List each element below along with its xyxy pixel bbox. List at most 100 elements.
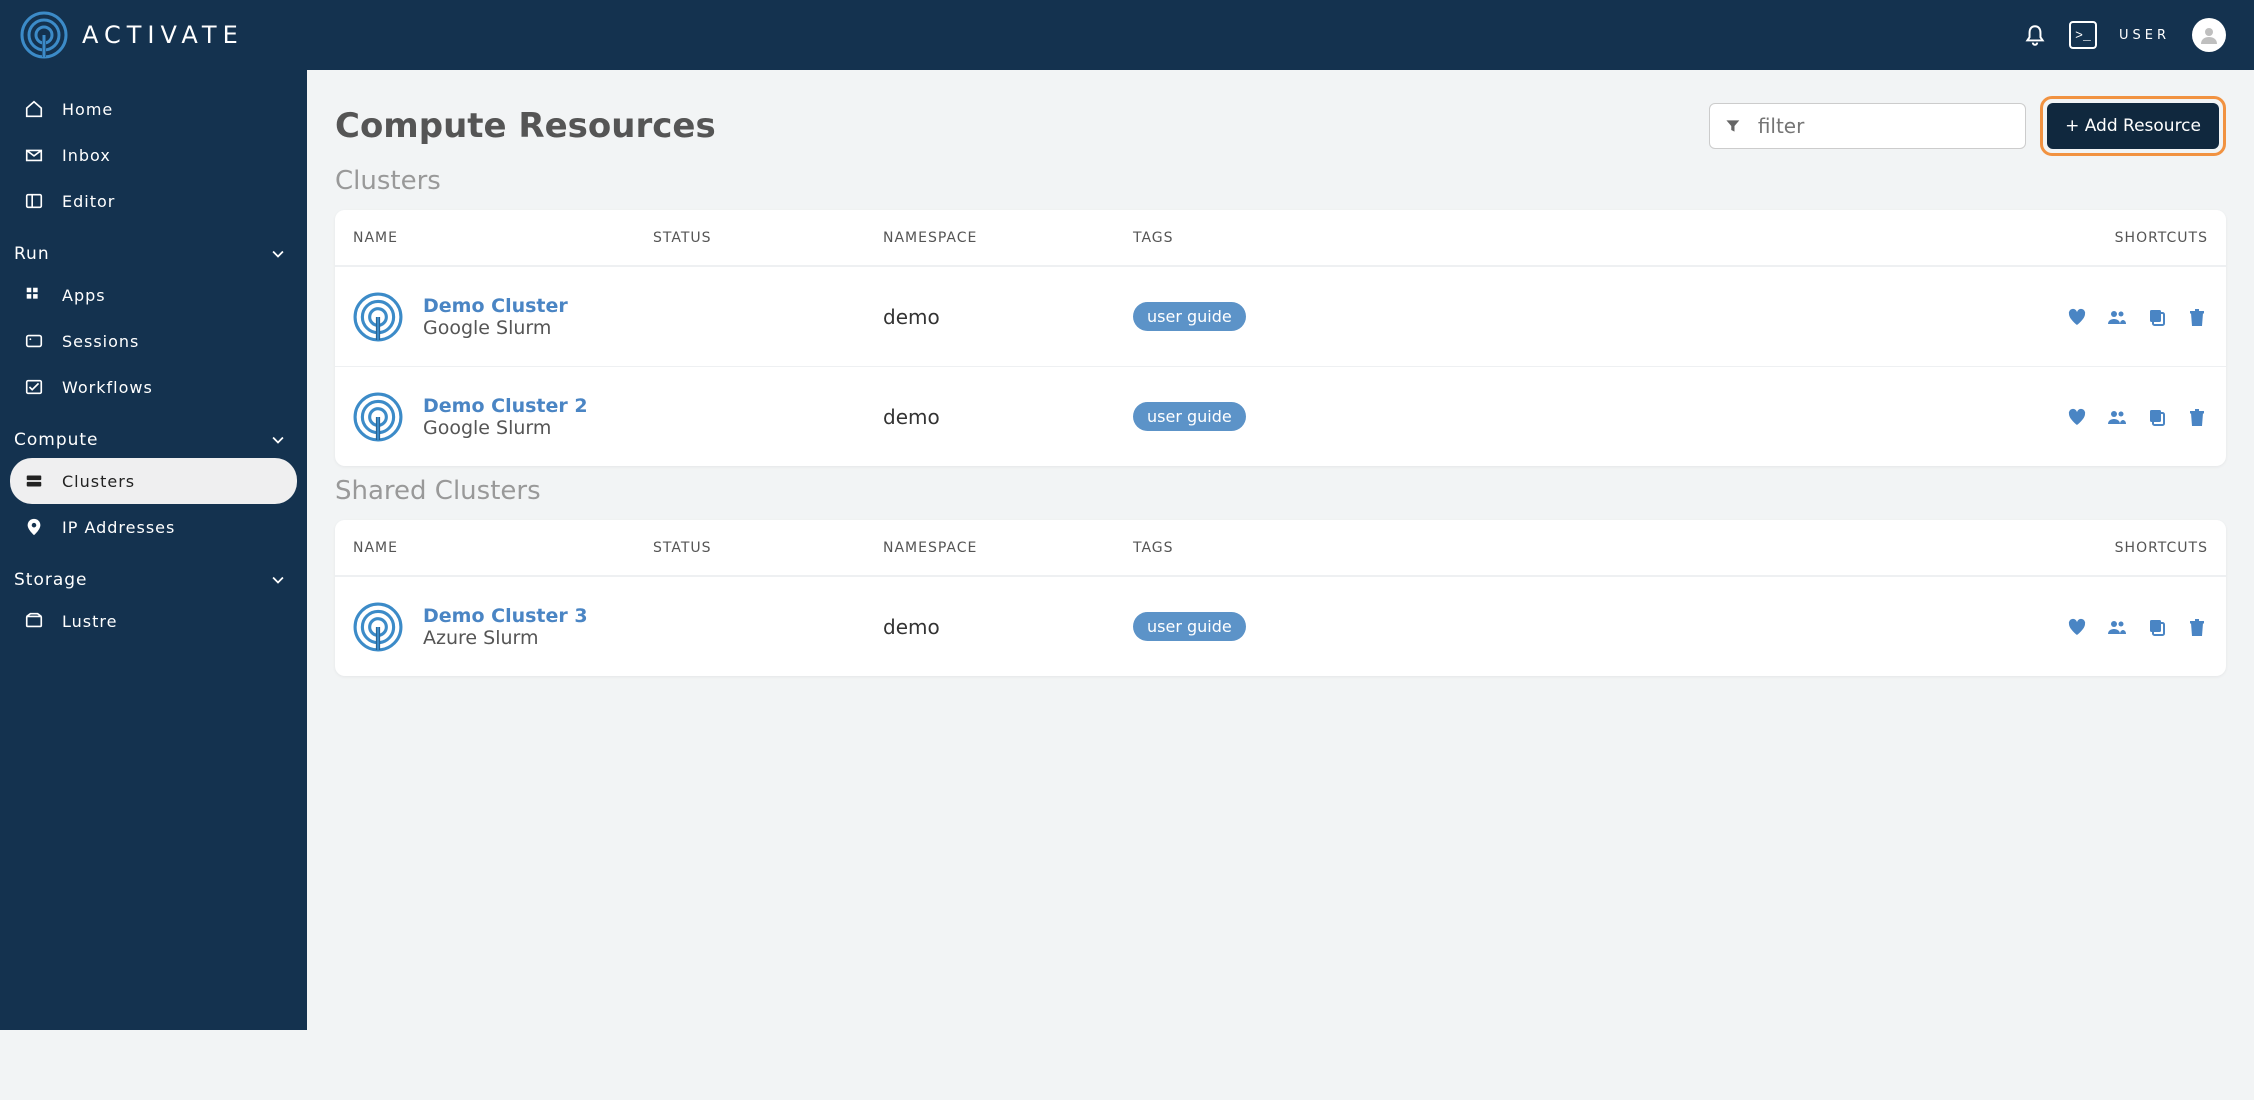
cell-shortcuts (1363, 406, 2208, 428)
cluster-name-link[interactable]: Demo Cluster 2 (423, 395, 588, 417)
cell-tags: user guide (1133, 612, 1363, 641)
sidebar-item-label: Apps (62, 286, 106, 305)
sidebar-item-label: Sessions (62, 332, 139, 351)
brand-word: ACTIVATE (82, 21, 244, 49)
home-icon (24, 99, 44, 119)
section-title: Run (14, 244, 50, 264)
sidebar-section-storage[interactable]: Storage (10, 550, 297, 598)
sidebar-item-clusters[interactable]: Clusters (10, 458, 297, 504)
cluster-name-link[interactable]: Demo Cluster (423, 295, 568, 317)
cluster-logo-icon (353, 292, 403, 342)
cluster-table: NAMESTATUSNAMESPACETAGSSHORTCUTS Demo Cl… (335, 520, 2226, 676)
col-tags: TAGS (1133, 230, 1363, 246)
sidebar-item-label: Inbox (62, 146, 111, 165)
ip-icon (24, 517, 44, 537)
app-header: ACTIVATE >_ USER (0, 0, 2254, 70)
tag[interactable]: user guide (1133, 302, 1246, 331)
tag[interactable]: user guide (1133, 612, 1246, 641)
editor-icon (24, 191, 44, 211)
copy-icon[interactable] (2146, 306, 2168, 328)
share-icon[interactable] (2106, 616, 2128, 638)
sidebar-item-lustre[interactable]: Lustre (10, 598, 297, 644)
cluster-subtitle: Azure Slurm (423, 627, 588, 649)
terminal-icon[interactable]: >_ (2069, 21, 2097, 49)
page-title: Compute Resources (335, 106, 716, 146)
col-tags: TAGS (1133, 540, 1363, 556)
cluster-logo-icon (353, 392, 403, 442)
section-title: Shared Clusters (335, 476, 2226, 506)
chevron-down-icon (269, 571, 287, 589)
favorite-icon[interactable] (2066, 406, 2088, 428)
sidebar-item-editor[interactable]: Editor (10, 178, 297, 224)
sidebar-item-label: IP Addresses (62, 518, 175, 537)
sidebar-item-sessions[interactable]: Sessions (10, 318, 297, 364)
section-title: Storage (14, 570, 88, 590)
notifications-icon[interactable] (2023, 23, 2047, 47)
section-title: Clusters (335, 166, 2226, 196)
favorite-icon[interactable] (2066, 616, 2088, 638)
cluster-subtitle: Google Slurm (423, 417, 588, 439)
sidebar-item-home[interactable]: Home (10, 86, 297, 132)
col-name: NAME (353, 230, 653, 246)
copy-icon[interactable] (2146, 406, 2168, 428)
sidebar-item-label: Workflows (62, 378, 153, 397)
col-status: STATUS (653, 230, 883, 246)
user-label[interactable]: USER (2119, 28, 2170, 43)
sessions-icon (24, 331, 44, 351)
sidebar: Home Inbox Editor Run Apps Sessions Workflows… (0, 70, 307, 1030)
sidebar-section-compute[interactable]: Compute (10, 410, 297, 458)
table-row: Demo Cluster 3 Azure Slurm demo user gui… (335, 576, 2226, 676)
cell-namespace: demo (883, 305, 1133, 329)
col-namespace: NAMESPACE (883, 230, 1133, 246)
filter-box[interactable] (1709, 103, 2026, 149)
favorite-icon[interactable] (2066, 306, 2088, 328)
workflows-icon (24, 377, 44, 397)
cluster-logo-icon (353, 602, 403, 652)
col-status: STATUS (653, 540, 883, 556)
cell-shortcuts (1363, 616, 2208, 638)
sidebar-item-apps[interactable]: Apps (10, 272, 297, 318)
delete-icon[interactable] (2186, 616, 2208, 638)
chevron-down-icon (269, 245, 287, 263)
cell-namespace: demo (883, 615, 1133, 639)
cell-tags: user guide (1133, 302, 1363, 331)
cell-namespace: demo (883, 405, 1133, 429)
col-shortcuts: SHORTCUTS (1363, 540, 2208, 556)
cluster-table: NAMESTATUSNAMESPACETAGSSHORTCUTS Demo Cl… (335, 210, 2226, 466)
cell-tags: user guide (1133, 402, 1363, 431)
add-resource-highlight: + Add Resource (2040, 96, 2226, 156)
avatar[interactable] (2192, 18, 2226, 52)
copy-icon[interactable] (2146, 616, 2168, 638)
add-resource-button[interactable]: + Add Resource (2047, 103, 2219, 149)
tag[interactable]: user guide (1133, 402, 1246, 431)
col-namespace: NAMESPACE (883, 540, 1133, 556)
delete-icon[interactable] (2186, 306, 2208, 328)
filter-input[interactable] (1756, 113, 2011, 139)
apps-icon (24, 285, 44, 305)
sidebar-item-ip[interactable]: IP Addresses (10, 504, 297, 550)
sidebar-item-label: Editor (62, 192, 115, 211)
clusters-icon (24, 471, 44, 491)
share-icon[interactable] (2106, 306, 2128, 328)
main-content: Compute Resources + Add Resource Cluster… (307, 70, 2254, 702)
header-right: >_ USER (2023, 18, 2226, 52)
brand-logo-icon (20, 11, 68, 59)
sidebar-item-label: Clusters (62, 472, 135, 491)
sidebar-item-workflows[interactable]: Workflows (10, 364, 297, 410)
col-shortcuts: SHORTCUTS (1363, 230, 2208, 246)
cell-shortcuts (1363, 306, 2208, 328)
delete-icon[interactable] (2186, 406, 2208, 428)
sidebar-section-run[interactable]: Run (10, 224, 297, 272)
sidebar-item-label: Home (62, 100, 113, 119)
sidebar-item-label: Lustre (62, 612, 117, 631)
brand[interactable]: ACTIVATE (20, 11, 244, 59)
col-name: NAME (353, 540, 653, 556)
chevron-down-icon (269, 431, 287, 449)
table-header: NAMESTATUSNAMESPACETAGSSHORTCUTS (335, 520, 2226, 576)
filter-icon (1724, 116, 1742, 136)
section-title: Compute (14, 430, 99, 450)
table-row: Demo Cluster 2 Google Slurm demo user gu… (335, 366, 2226, 466)
sidebar-item-inbox[interactable]: Inbox (10, 132, 297, 178)
cluster-name-link[interactable]: Demo Cluster 3 (423, 605, 588, 627)
share-icon[interactable] (2106, 406, 2128, 428)
